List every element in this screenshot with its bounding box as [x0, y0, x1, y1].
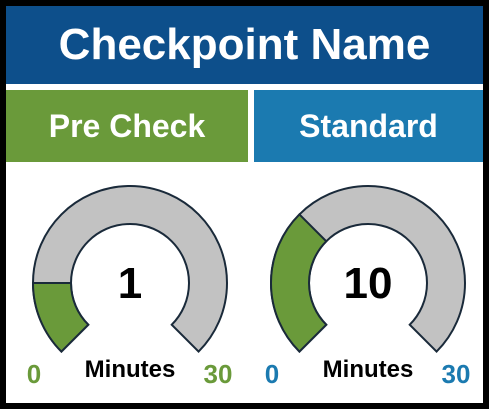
gauges-area: 1 0 Minutes 30 10 0 Minutes 30	[27, 185, 471, 389]
gauge-max-label: 30	[204, 359, 233, 389]
gauge-value: 1	[118, 259, 142, 308]
gauge-fill	[270, 213, 328, 354]
gauge-min-label: 0	[27, 359, 41, 389]
gauge-max-label: 30	[442, 359, 471, 389]
gauge-unit-label: Minutes	[85, 356, 176, 383]
gauge-min-label: 0	[265, 359, 279, 389]
gauge-fill	[31, 281, 90, 354]
gauge-unit-label: Minutes	[323, 356, 414, 383]
gauge-value: 10	[344, 259, 393, 308]
wait-gauge-standard: 10 0 Minutes 30	[265, 185, 471, 389]
wait-gauge-pre-check: 1 0 Minutes 30	[27, 185, 233, 389]
